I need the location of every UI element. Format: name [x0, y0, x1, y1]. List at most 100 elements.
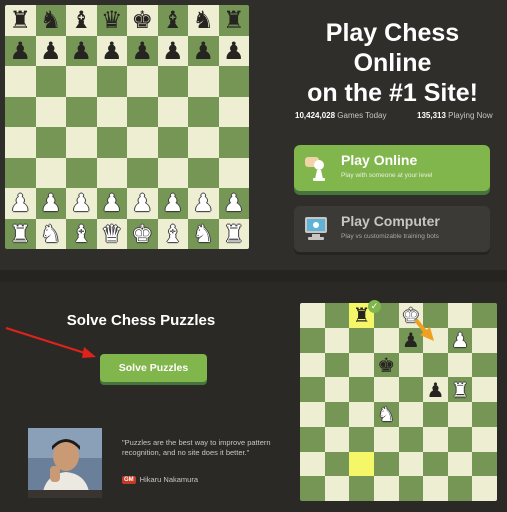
- board-square[interactable]: [127, 96, 158, 127]
- black-bishop-icon[interactable]: ♝: [70, 8, 92, 32]
- board-square[interactable]: [157, 127, 188, 158]
- board-square[interactable]: [157, 96, 188, 127]
- board-square[interactable]: [66, 127, 97, 158]
- white-bishop-icon[interactable]: ♝: [162, 222, 184, 246]
- black-rook-icon[interactable]: ♜: [9, 8, 31, 32]
- board-square[interactable]: ♝: [157, 5, 188, 36]
- board-square[interactable]: ♟: [218, 188, 249, 219]
- white-pawn-icon[interactable]: ♟: [101, 191, 123, 215]
- white-queen-icon[interactable]: ♛: [101, 222, 123, 246]
- white-knight-icon[interactable]: ♞: [40, 222, 62, 246]
- board-square[interactable]: [96, 157, 127, 188]
- black-bishop-icon[interactable]: ♝: [162, 8, 184, 32]
- board-square[interactable]: ♟: [188, 35, 219, 66]
- black-pawn-icon[interactable]: ♟: [131, 39, 153, 63]
- board-square[interactable]: ♟: [66, 35, 97, 66]
- white-pawn-icon[interactable]: ♟: [162, 191, 184, 215]
- black-queen-icon[interactable]: ♛: [101, 8, 123, 32]
- board-square[interactable]: [218, 127, 249, 158]
- black-knight-icon[interactable]: ♞: [192, 8, 214, 32]
- white-pawn-icon[interactable]: ♟: [40, 191, 62, 215]
- board-square[interactable]: ♛: [96, 218, 127, 249]
- board-square[interactable]: ♟: [188, 188, 219, 219]
- board-square[interactable]: ♞: [188, 5, 219, 36]
- board-square[interactable]: [218, 96, 249, 127]
- board-square[interactable]: [66, 157, 97, 188]
- board-square[interactable]: ♟: [35, 188, 66, 219]
- board-square[interactable]: ♟: [5, 35, 36, 66]
- board-square[interactable]: ♞: [188, 218, 219, 249]
- board-square[interactable]: [96, 127, 127, 158]
- board-square[interactable]: [35, 66, 66, 97]
- author-name[interactable]: Hikaru Nakamura: [140, 475, 198, 484]
- black-pawn-icon[interactable]: ♟: [70, 39, 92, 63]
- white-knight-icon[interactable]: ♞: [192, 222, 214, 246]
- board-square[interactable]: ♜: [218, 5, 249, 36]
- board-square[interactable]: ♟: [127, 188, 158, 219]
- board-square[interactable]: [5, 66, 36, 97]
- board-square[interactable]: ♟: [127, 35, 158, 66]
- board-square[interactable]: ♜: [5, 5, 36, 36]
- board-square[interactable]: [96, 96, 127, 127]
- board-square[interactable]: [218, 66, 249, 97]
- black-king-icon[interactable]: ♚: [131, 8, 153, 32]
- white-king-icon[interactable]: ♚: [131, 222, 153, 246]
- play-online-button[interactable]: Play Online Play with someone at your le…: [294, 145, 490, 191]
- board-square[interactable]: ♝: [66, 218, 97, 249]
- white-pawn-icon[interactable]: ♟: [223, 191, 245, 215]
- board-square[interactable]: [218, 157, 249, 188]
- board-square[interactable]: [66, 96, 97, 127]
- white-pawn-icon[interactable]: ♟: [9, 191, 31, 215]
- board-square[interactable]: [188, 127, 219, 158]
- board-square[interactable]: [5, 127, 36, 158]
- black-pawn-icon[interactable]: ♟: [192, 39, 214, 63]
- black-pawn-icon[interactable]: ♟: [40, 39, 62, 63]
- board-square[interactable]: [188, 66, 219, 97]
- black-pawn-icon[interactable]: ♟: [9, 39, 31, 63]
- board-square[interactable]: [157, 66, 188, 97]
- board-square[interactable]: ♛: [96, 5, 127, 36]
- board-square[interactable]: [66, 66, 97, 97]
- white-pawn-icon[interactable]: ♟: [70, 191, 92, 215]
- solve-puzzles-button[interactable]: Solve Puzzles: [100, 354, 207, 382]
- white-pawn-icon[interactable]: ♟: [131, 191, 153, 215]
- play-computer-button[interactable]: Play Computer Play vs customizable train…: [294, 206, 490, 252]
- board-square[interactable]: [5, 96, 36, 127]
- board-square[interactable]: ♟: [157, 35, 188, 66]
- board-square[interactable]: ♞: [35, 218, 66, 249]
- board-square[interactable]: [35, 127, 66, 158]
- board-square[interactable]: [96, 66, 127, 97]
- board-square[interactable]: ♟: [5, 188, 36, 219]
- board-square[interactable]: ♝: [157, 218, 188, 249]
- main-chessboard[interactable]: ♜ ♞ ♝ ♛ ♚ ♝ ♞ ♜ ♟ ♟ ♟ ♟ ♟ ♟ ♟ ♟ ♟ ♟ ♟ ♟ ♟ ♟ ♟ ♟ ♜ ♞ ♝ ♛ ♚ ♝ ♞ ♜: [5, 5, 249, 249]
- board-square[interactable]: ♜: [218, 218, 249, 249]
- white-rook-icon[interactable]: ♜: [9, 222, 31, 246]
- board-square[interactable]: [35, 96, 66, 127]
- board-square[interactable]: ♟: [66, 188, 97, 219]
- board-square[interactable]: ♟: [218, 35, 249, 66]
- board-square[interactable]: [188, 96, 219, 127]
- board-square[interactable]: ♚: [127, 218, 158, 249]
- board-square[interactable]: ♟: [96, 188, 127, 219]
- board-square[interactable]: [127, 66, 158, 97]
- white-pawn-icon[interactable]: ♟: [192, 191, 214, 215]
- board-square[interactable]: [157, 157, 188, 188]
- black-rook-icon[interactable]: ♜: [223, 8, 245, 32]
- board-square[interactable]: [127, 157, 158, 188]
- board-square[interactable]: ♝: [66, 5, 97, 36]
- black-pawn-icon[interactable]: ♟: [223, 39, 245, 63]
- board-square[interactable]: ♟: [157, 188, 188, 219]
- board-square[interactable]: [188, 157, 219, 188]
- white-bishop-icon[interactable]: ♝: [70, 222, 92, 246]
- black-pawn-icon[interactable]: ♟: [162, 39, 184, 63]
- board-square[interactable]: ♟: [35, 35, 66, 66]
- white-rook-icon[interactable]: ♜: [223, 222, 245, 246]
- board-square[interactable]: [5, 157, 36, 188]
- board-square[interactable]: ♜: [5, 218, 36, 249]
- black-pawn-icon[interactable]: ♟: [101, 39, 123, 63]
- board-square[interactable]: [127, 127, 158, 158]
- board-square[interactable]: [35, 157, 66, 188]
- black-knight-icon[interactable]: ♞: [40, 8, 62, 32]
- board-square[interactable]: ♞: [35, 5, 66, 36]
- board-square[interactable]: ♚: [127, 5, 158, 36]
